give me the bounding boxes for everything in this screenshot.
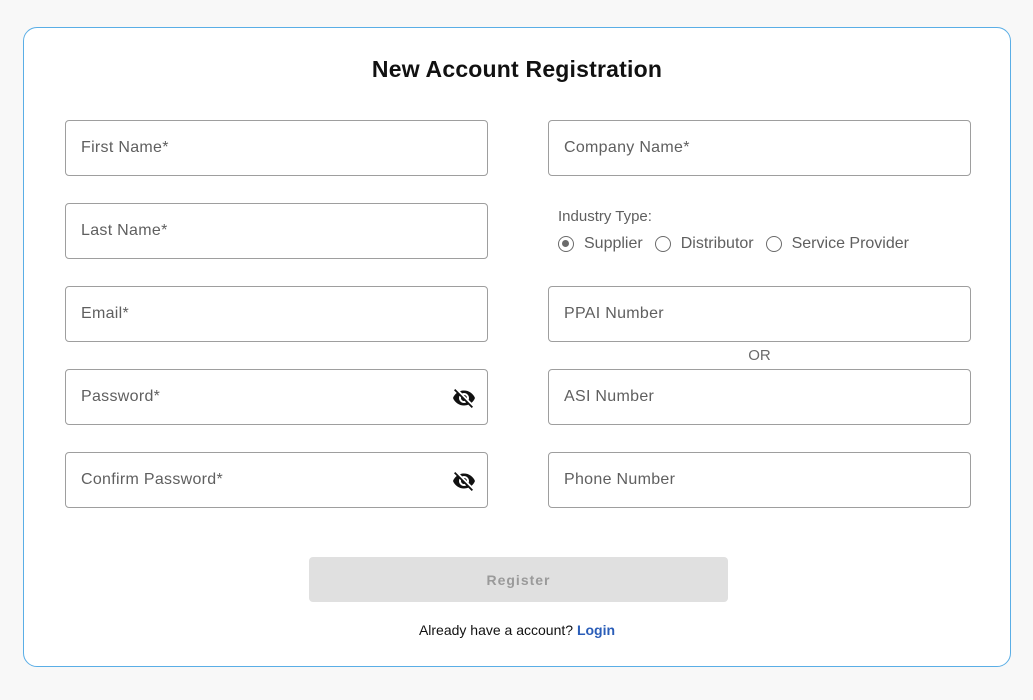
- industry-radio-group: Supplier Distributor Service Provider: [558, 235, 921, 253]
- phone-number-field[interactable]: [548, 452, 971, 508]
- or-separator: OR: [748, 347, 771, 364]
- radio-label-distributor[interactable]: Distributor: [681, 235, 754, 253]
- radio-button-checked[interactable]: [558, 236, 574, 252]
- first-name-field[interactable]: [65, 120, 488, 176]
- password-input[interactable]: [66, 370, 487, 424]
- radio-label-supplier[interactable]: Supplier: [584, 235, 643, 253]
- ppai-number-field[interactable]: [548, 286, 971, 342]
- last-name-input[interactable]: [66, 204, 487, 258]
- radio-label-service-provider[interactable]: Service Provider: [792, 235, 909, 253]
- ppai-number-input[interactable]: [549, 287, 970, 341]
- radio-service-provider[interactable]: Service Provider: [765, 235, 909, 253]
- last-name-field[interactable]: [65, 203, 488, 259]
- password-field[interactable]: [65, 369, 488, 425]
- confirm-password-field[interactable]: [65, 452, 488, 508]
- first-name-input[interactable]: [66, 121, 487, 175]
- phone-number-input[interactable]: [549, 453, 970, 507]
- registration-card: New Account Registration Industry Type:: [23, 27, 1011, 667]
- radio-button[interactable]: [765, 236, 782, 252]
- radio-supplier[interactable]: Supplier: [558, 235, 643, 253]
- eye-off-icon[interactable]: [452, 469, 476, 493]
- email-field[interactable]: [65, 286, 488, 342]
- industry-type-group: Industry Type: Supplier Distributor Serv…: [558, 208, 978, 268]
- register-button[interactable]: Register: [309, 557, 728, 602]
- login-prompt-text: Already have a account?: [418, 622, 574, 638]
- industry-type-label: Industry Type:: [558, 208, 652, 225]
- page-title: New Account Registration: [371, 56, 663, 82]
- asi-number-field[interactable]: [548, 369, 971, 425]
- eye-off-icon[interactable]: [452, 386, 476, 410]
- company-name-field[interactable]: [548, 120, 971, 176]
- login-prompt: Already have a account? Login: [24, 622, 1010, 638]
- radio-button[interactable]: [654, 236, 671, 252]
- email-input[interactable]: [66, 287, 487, 341]
- radio-distributor[interactable]: Distributor: [654, 235, 754, 253]
- login-link[interactable]: Login: [577, 622, 615, 638]
- company-name-input[interactable]: [549, 121, 970, 175]
- confirm-password-input[interactable]: [66, 453, 487, 507]
- asi-number-input[interactable]: [549, 370, 970, 424]
